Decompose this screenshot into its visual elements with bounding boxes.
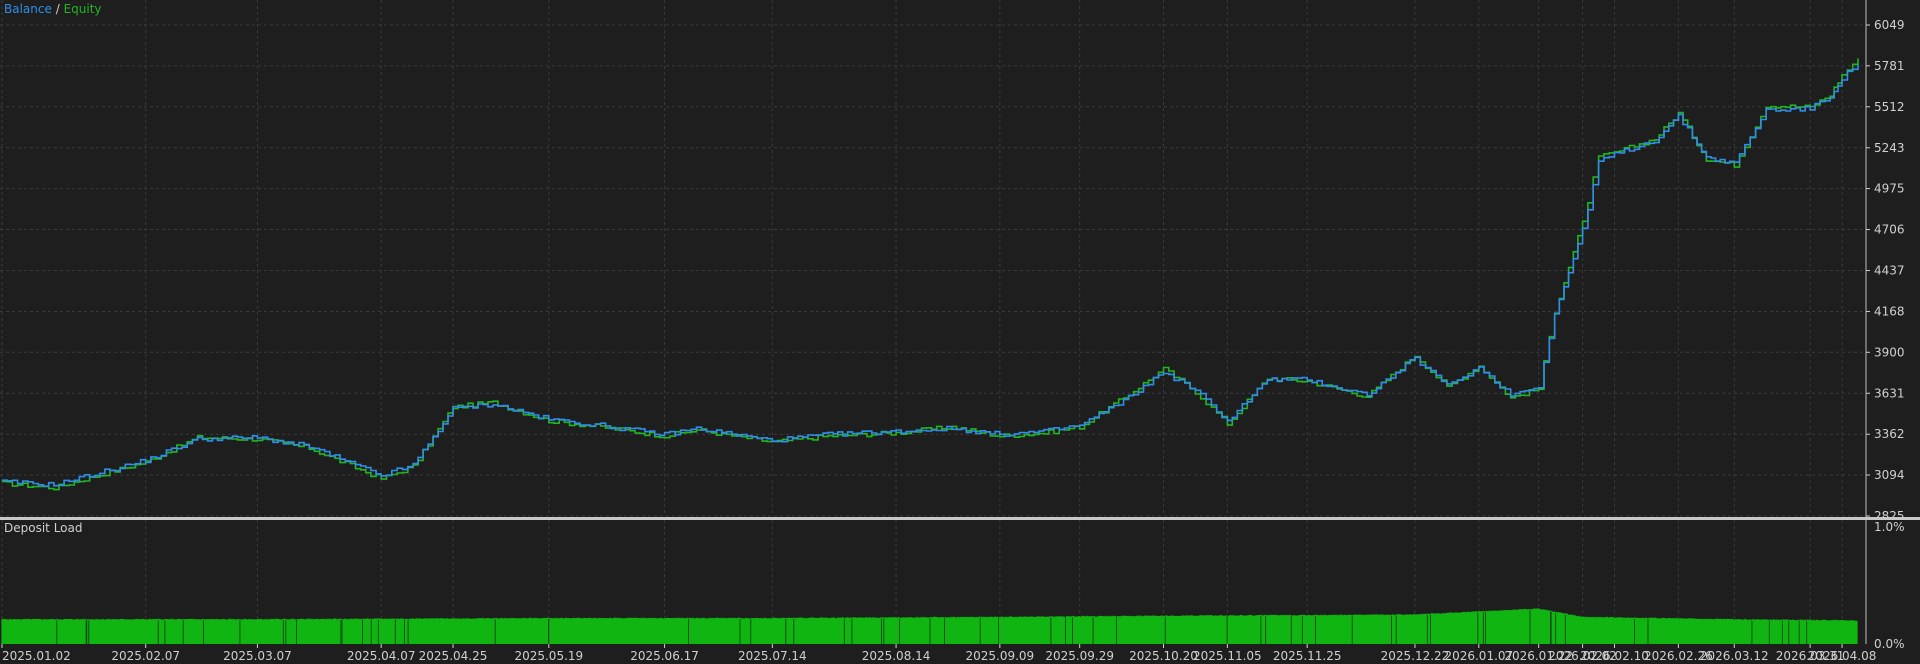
y-tick-label: 5512 [1874,100,1905,114]
y-tick-label: 4706 [1874,223,1905,237]
y-tick-label: 5243 [1874,141,1905,155]
x-tick-label: 2026.02.10 [1580,649,1649,663]
x-tick-label: 2026.01.07 [1444,649,1513,663]
x-tick-label: 2025.01.02 [2,649,71,663]
pane-separator [0,517,1920,520]
deposit-load-title: Deposit Load [4,521,83,535]
x-tick-label: 2025.07.14 [738,649,807,663]
deposit-load-area [1,608,1858,644]
x-tick-label: 2025.04.07 [347,649,416,663]
x-tick-label: 2025.09.29 [1045,649,1114,663]
y-tick-label: 3900 [1874,345,1905,359]
deposit-y-tick-label: 0.0% [1874,637,1905,651]
x-tick-label: 2026.04.08 [1808,649,1877,663]
y-tick-label: 3094 [1874,468,1905,482]
x-tick-label: 2025.08.14 [862,649,931,663]
x-tick-label: 2025.03.07 [223,649,292,663]
strategy-tester-graph: 6049 5781 5512 5243 4975 4706 4437 4168 3900 3631… [0,0,1920,664]
y-tick-label: 3362 [1874,427,1905,441]
y-tick-label: 6049 [1874,18,1905,32]
y-tick-label: 4168 [1874,304,1905,318]
y-tick-label: 4437 [1874,264,1905,278]
legend-separator: / [55,2,60,16]
deposit-y-tick-label: 1.0% [1874,520,1905,534]
x-tick-label: 2025.12.22 [1381,649,1450,663]
y-tick-label: 4975 [1874,182,1905,196]
x-tick-label: 2025.04.25 [419,649,488,663]
x-tick-label: 2026.03.12 [1700,649,1769,663]
legend-equity: Equity [63,2,102,16]
x-tick-label: 2025.06.17 [630,649,699,663]
balance-line [2,64,1859,487]
x-tick-label: 2025.09.09 [965,649,1034,663]
equity-line [2,58,1859,491]
chart-canvas: 6049 5781 5512 5243 4975 4706 4437 4168 3900 3631… [0,0,1920,663]
x-tick-label: 2025.05.19 [514,649,583,663]
x-tick-label: 2025.11.05 [1193,649,1262,663]
y-tick-label: 3631 [1874,386,1905,400]
x-tick-label: 2025.02.07 [111,649,180,663]
chart-legend: Balance / Equity [4,1,102,17]
x-tick-label: 2025.11.25 [1273,649,1342,663]
legend-balance: Balance [4,2,52,16]
y-tick-label: 5781 [1874,59,1905,73]
x-tick-label: 2025.10.20 [1129,649,1198,663]
